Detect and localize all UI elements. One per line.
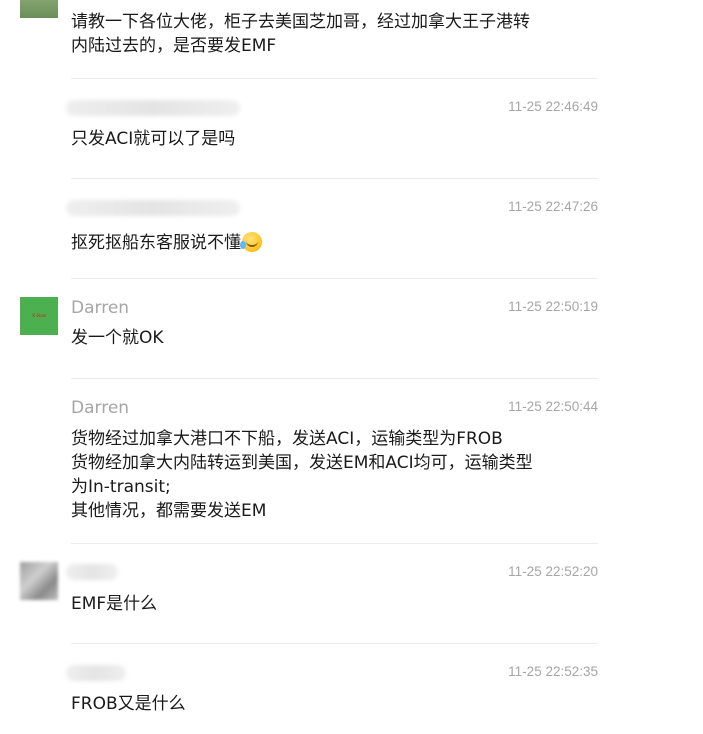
avatar[interactable] [20, 0, 58, 18]
message-line: 为In-transit; [71, 477, 171, 497]
message-line: 发一个就OK [71, 328, 164, 348]
message-line: FROB又是什么 [71, 694, 186, 714]
message-line: 其他情况，都需要发送EM [71, 501, 267, 521]
sender-name: Darren [71, 398, 130, 418]
message-line: 货物经过加拿大港口不下船，发送ACI，运输类型为FROB [71, 429, 503, 449]
message-line: 货物经加拿大内陆转运到美国，发送EM和ACI均可，运输类型 [71, 453, 533, 473]
message-text: 货物经过加拿大港口不下船，发送ACI，运输类型为FROB 货物经加拿大内陆转运到… [71, 427, 533, 523]
message-line: EMF是什么 [71, 594, 158, 614]
message-text: 发一个就OK [71, 326, 164, 350]
message-text: FROB又是什么 [71, 692, 186, 716]
sender-name-redacted [66, 200, 240, 216]
message-line: 内陆过去的，是否要发EMF [71, 36, 277, 56]
message-text: 请教一下各位大佬，柜子去美国芝加哥，经过加拿大王子港转 内陆过去的，是否要发EM… [71, 10, 530, 58]
divider [71, 378, 598, 379]
message-line: 抠死抠船东客服说不懂 [71, 233, 241, 253]
message-text: EMF是什么 [71, 592, 157, 616]
divider [71, 178, 598, 179]
message-timestamp: 11-25 22:52:20 [508, 564, 598, 579]
sender-name-redacted [66, 100, 240, 116]
divider [71, 278, 598, 279]
message-line: 只发ACI就可以了是吗 [71, 129, 236, 149]
message-timestamp: 11-25 22:52:35 [508, 664, 598, 679]
crying-laughing-face-icon [240, 232, 262, 252]
message-timestamp: 11-25 22:47:26 [508, 199, 598, 214]
divider [71, 78, 598, 79]
avatar[interactable]: X-Rate [20, 297, 58, 335]
sender-name-redacted [66, 665, 126, 681]
avatar-logo-text: X-Rate [31, 313, 47, 319]
avatar[interactable] [20, 562, 58, 600]
divider [71, 543, 598, 544]
message-timestamp: 11-25 22:50:44 [508, 399, 598, 414]
message-line: 请教一下各位大佬，柜子去美国芝加哥，经过加拿大王子港转 [71, 12, 530, 32]
message-text: 只发ACI就可以了是吗 [71, 127, 235, 151]
sender-name-redacted [66, 564, 118, 580]
sender-name: Darren [71, 298, 130, 318]
message-text: 抠死抠船东客服说不懂 [71, 228, 262, 255]
message-timestamp: 11-25 22:46:49 [508, 99, 598, 114]
message-timestamp: 11-25 22:50:19 [508, 299, 598, 314]
divider [71, 643, 598, 644]
